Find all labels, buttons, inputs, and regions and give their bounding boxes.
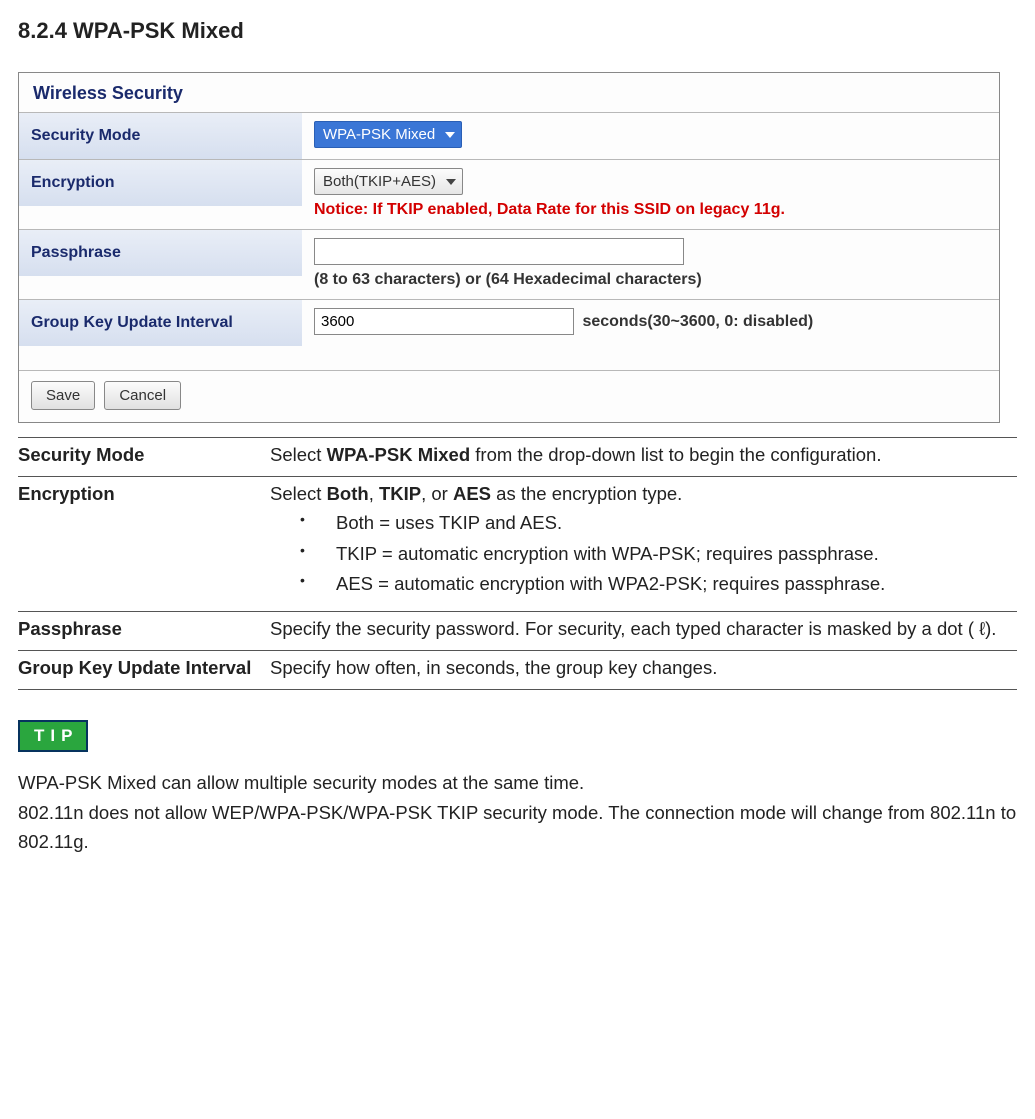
button-bar: Save Cancel [19, 370, 999, 410]
desc-term-encryption: Encryption [18, 477, 270, 612]
desc-text-group-key: Specify how often, in seconds, the group… [270, 651, 1017, 690]
tip-line-2: 802.11n does not allow WEP/WPA-PSK/WPA-P… [18, 798, 1017, 857]
tip-text: WPA-PSK Mixed can allow multiple securit… [18, 768, 1017, 857]
passphrase-input[interactable] [314, 238, 684, 265]
table-row: Group Key Update Interval Specify how of… [18, 651, 1017, 690]
chevron-down-icon [445, 132, 455, 138]
row-encryption: Encryption Both(TKIP+AES) Notice: If TKI… [19, 159, 999, 229]
table-row: Security Mode Select WPA-PSK Mixed from … [18, 438, 1017, 477]
desc-term-passphrase: Passphrase [18, 612, 270, 651]
table-row: Passphrase Specify the security password… [18, 612, 1017, 651]
desc-term-security-mode: Security Mode [18, 438, 270, 477]
cancel-button[interactable]: Cancel [104, 381, 181, 410]
label-group-key: Group Key Update Interval [19, 300, 302, 346]
list-item: AES = automatic encryption with WPA2-PSK… [300, 570, 1009, 599]
text-bold: AES [453, 483, 491, 504]
section-heading: 8.2.4 WPA-PSK Mixed [18, 18, 1017, 44]
label-security-mode: Security Mode [19, 113, 302, 159]
text-fragment: , or [421, 483, 453, 504]
label-passphrase: Passphrase [19, 230, 302, 276]
text-fragment: from the drop-down list to begin the con… [470, 444, 881, 465]
table-row: Encryption Select Both, TKIP, or AES as … [18, 477, 1017, 612]
text-bold: WPA-PSK Mixed [327, 444, 471, 465]
tip-line-1: WPA-PSK Mixed can allow multiple securit… [18, 768, 1017, 798]
desc-text-security-mode: Select WPA-PSK Mixed from the drop-down … [270, 438, 1017, 477]
text-fragment: as the encryption type. [491, 483, 682, 504]
text-fragment: Select [270, 483, 327, 504]
text-fragment: , [369, 483, 379, 504]
desc-text-encryption: Select Both, TKIP, or AES as the encrypt… [270, 477, 1017, 612]
encryption-bullets: Both = uses TKIP and AES. TKIP = automat… [270, 509, 1009, 599]
desc-term-group-key: Group Key Update Interval [18, 651, 270, 690]
encryption-value: Both(TKIP+AES) [323, 173, 436, 190]
group-key-input[interactable] [314, 308, 574, 335]
text-bold: TKIP [379, 483, 421, 504]
security-mode-value: WPA-PSK Mixed [323, 126, 435, 143]
description-table: Security Mode Select WPA-PSK Mixed from … [18, 437, 1017, 690]
row-passphrase: Passphrase (8 to 63 characters) or (64 H… [19, 229, 999, 299]
chevron-down-icon [446, 179, 456, 185]
panel-title: Wireless Security [19, 73, 999, 112]
list-item: Both = uses TKIP and AES. [300, 509, 1009, 538]
row-security-mode: Security Mode WPA-PSK Mixed [19, 112, 999, 159]
text-fragment: Select [270, 444, 327, 465]
wireless-security-panel: Wireless Security Security Mode WPA-PSK … [18, 72, 1000, 423]
label-encryption: Encryption [19, 160, 302, 206]
row-group-key: Group Key Update Interval seconds(30~360… [19, 299, 999, 346]
desc-text-passphrase: Specify the security password. For secur… [270, 612, 1017, 651]
text-bold: Both [327, 483, 369, 504]
encryption-select[interactable]: Both(TKIP+AES) [314, 168, 463, 195]
list-item: TKIP = automatic encryption with WPA-PSK… [300, 540, 1009, 569]
save-button[interactable]: Save [31, 381, 95, 410]
security-mode-select[interactable]: WPA-PSK Mixed [314, 121, 462, 148]
group-key-suffix: seconds(30~3600, 0: disabled) [582, 313, 813, 330]
encryption-notice: Notice: If TKIP enabled, Data Rate for t… [314, 201, 987, 219]
passphrase-hint: (8 to 63 characters) or (64 Hexadecimal … [314, 271, 987, 289]
tip-badge: TIP [18, 720, 88, 752]
